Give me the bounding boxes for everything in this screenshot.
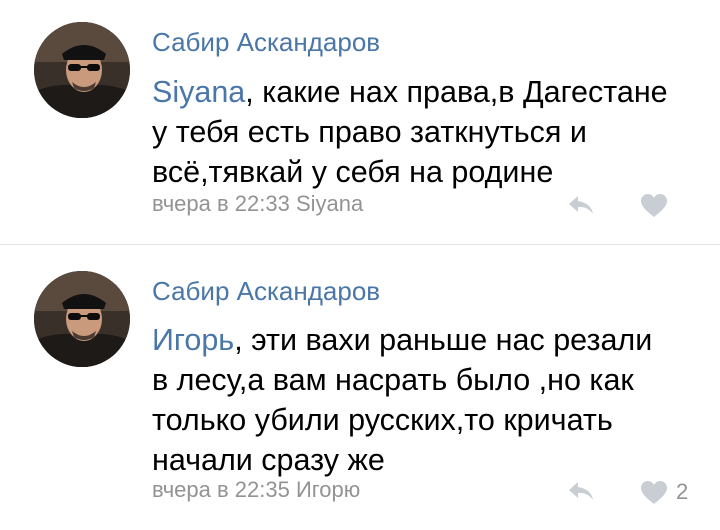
comment-text-line: у тебя есть право заткнуться и [152,115,587,149]
comment-author[interactable]: Сабир Аскандаров [152,276,380,307]
comment-text: Игорь, эти вахи раньше нас резали в лесу… [152,320,712,480]
comment-text-line: Siyana, какие нах права,в Дагестане [152,72,712,112]
comment-item: Сабир Аскандаров Siyana, какие нах права… [0,0,720,244]
heart-icon [640,480,668,505]
comment-text-line: Игорь, эти вахи раньше нас резали [152,320,712,360]
comment-text-line: в лесу,а вам насрать было ,но как [152,363,634,397]
comment-author[interactable]: Сабир Аскандаров [152,27,380,58]
comment-text: Siyana, какие нах права,в Дагестане у те… [152,72,712,192]
avatar[interactable] [34,271,130,367]
reply-arrow-icon[interactable] [566,479,596,503]
reply-arrow-icon[interactable] [566,193,596,217]
like-button[interactable] [640,191,676,219]
comment-meta: вчера в 22:33 Siyana [152,191,364,216]
comment-mention-link[interactable]: Игорь [152,323,234,357]
comment-text-line: всё,тявкай у себя на родине [152,155,554,189]
comment-text-line: начали сразу же [152,443,385,477]
heart-icon [640,193,668,218]
comment-meta: вчера в 22:35 Игорю [152,477,361,502]
like-button[interactable]: 2 [640,478,688,506]
comment-text-fragment: , эти вахи раньше нас резали [234,323,653,357]
comment-item: Сабир Аскандаров Игорь, эти вахи раньше … [0,245,720,530]
comment-text-line: только убили русских,то кричать [152,403,613,437]
like-count: 2 [676,479,689,504]
avatar[interactable] [34,22,130,118]
comment-text-fragment: , какие нах права,в Дагестане [245,75,668,109]
comment-mention-link[interactable]: Siyana [152,75,245,109]
